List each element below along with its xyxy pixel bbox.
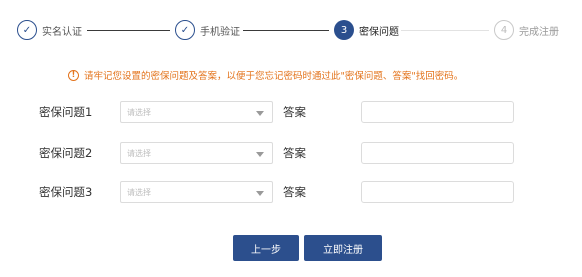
answer-input-1[interactable] xyxy=(361,101,514,123)
chevron-down-icon xyxy=(256,191,264,196)
question-label: 密保问题3 xyxy=(39,185,93,199)
question-select-2[interactable]: 请选择 xyxy=(120,142,273,164)
check-circle-icon: ✓ xyxy=(175,20,195,40)
answer-label: 答案 xyxy=(283,146,306,160)
step-label: 手机验证 xyxy=(200,26,240,38)
step-connector xyxy=(87,30,170,31)
select-placeholder: 请选择 xyxy=(127,149,151,158)
security-question-row-3: 密保问题3 请选择 答案 xyxy=(0,181,582,203)
answer-input-2[interactable] xyxy=(361,142,514,164)
question-label: 密保问题2 xyxy=(39,146,93,160)
step-label: 实名认证 xyxy=(42,26,82,38)
answer-label: 答案 xyxy=(283,185,306,199)
chevron-down-icon xyxy=(256,152,264,157)
warning-icon: ! xyxy=(68,69,79,81)
register-now-button[interactable]: 立即注册 xyxy=(304,235,382,261)
step-number-badge: 3 xyxy=(334,20,354,40)
step-label: 完成注册 xyxy=(519,26,559,38)
step-connector xyxy=(243,30,329,31)
select-placeholder: 请选择 xyxy=(127,108,151,117)
step-label: 密保问题 xyxy=(359,26,399,38)
step-phone-verify: ✓ 手机验证 xyxy=(175,19,240,41)
question-select-3[interactable]: 请选择 xyxy=(120,181,273,203)
step-number-badge: 4 xyxy=(494,20,514,40)
security-question-row-1: 密保问题1 请选择 答案 xyxy=(0,101,582,123)
progress-stepper: ✓ 实名认证 ✓ 手机验证 3 密保问题 4 完成注册 xyxy=(0,0,582,60)
step-security-question: 3 密保问题 xyxy=(334,19,399,41)
step-complete-registration: 4 完成注册 xyxy=(494,19,559,41)
check-circle-icon: ✓ xyxy=(17,20,37,40)
step-real-name-auth: ✓ 实名认证 xyxy=(17,19,82,41)
question-select-1[interactable]: 请选择 xyxy=(120,101,273,123)
notice-text: 请牢记您设置的密保问题及答案，以便于您忘记密码时通过此"密保问题、答案"找回密码… xyxy=(84,71,464,82)
answer-input-3[interactable] xyxy=(361,181,514,203)
answer-label: 答案 xyxy=(283,105,306,119)
step-connector xyxy=(401,30,489,31)
security-question-row-2: 密保问题2 请选择 答案 xyxy=(0,142,582,164)
previous-step-button[interactable]: 上一步 xyxy=(233,235,299,261)
chevron-down-icon xyxy=(256,111,264,116)
question-label: 密保问题1 xyxy=(39,105,93,119)
security-notice: ! 请牢记您设置的密保问题及答案，以便于您忘记密码时通过此"密保问题、答案"找回… xyxy=(68,68,463,82)
select-placeholder: 请选择 xyxy=(127,188,151,197)
